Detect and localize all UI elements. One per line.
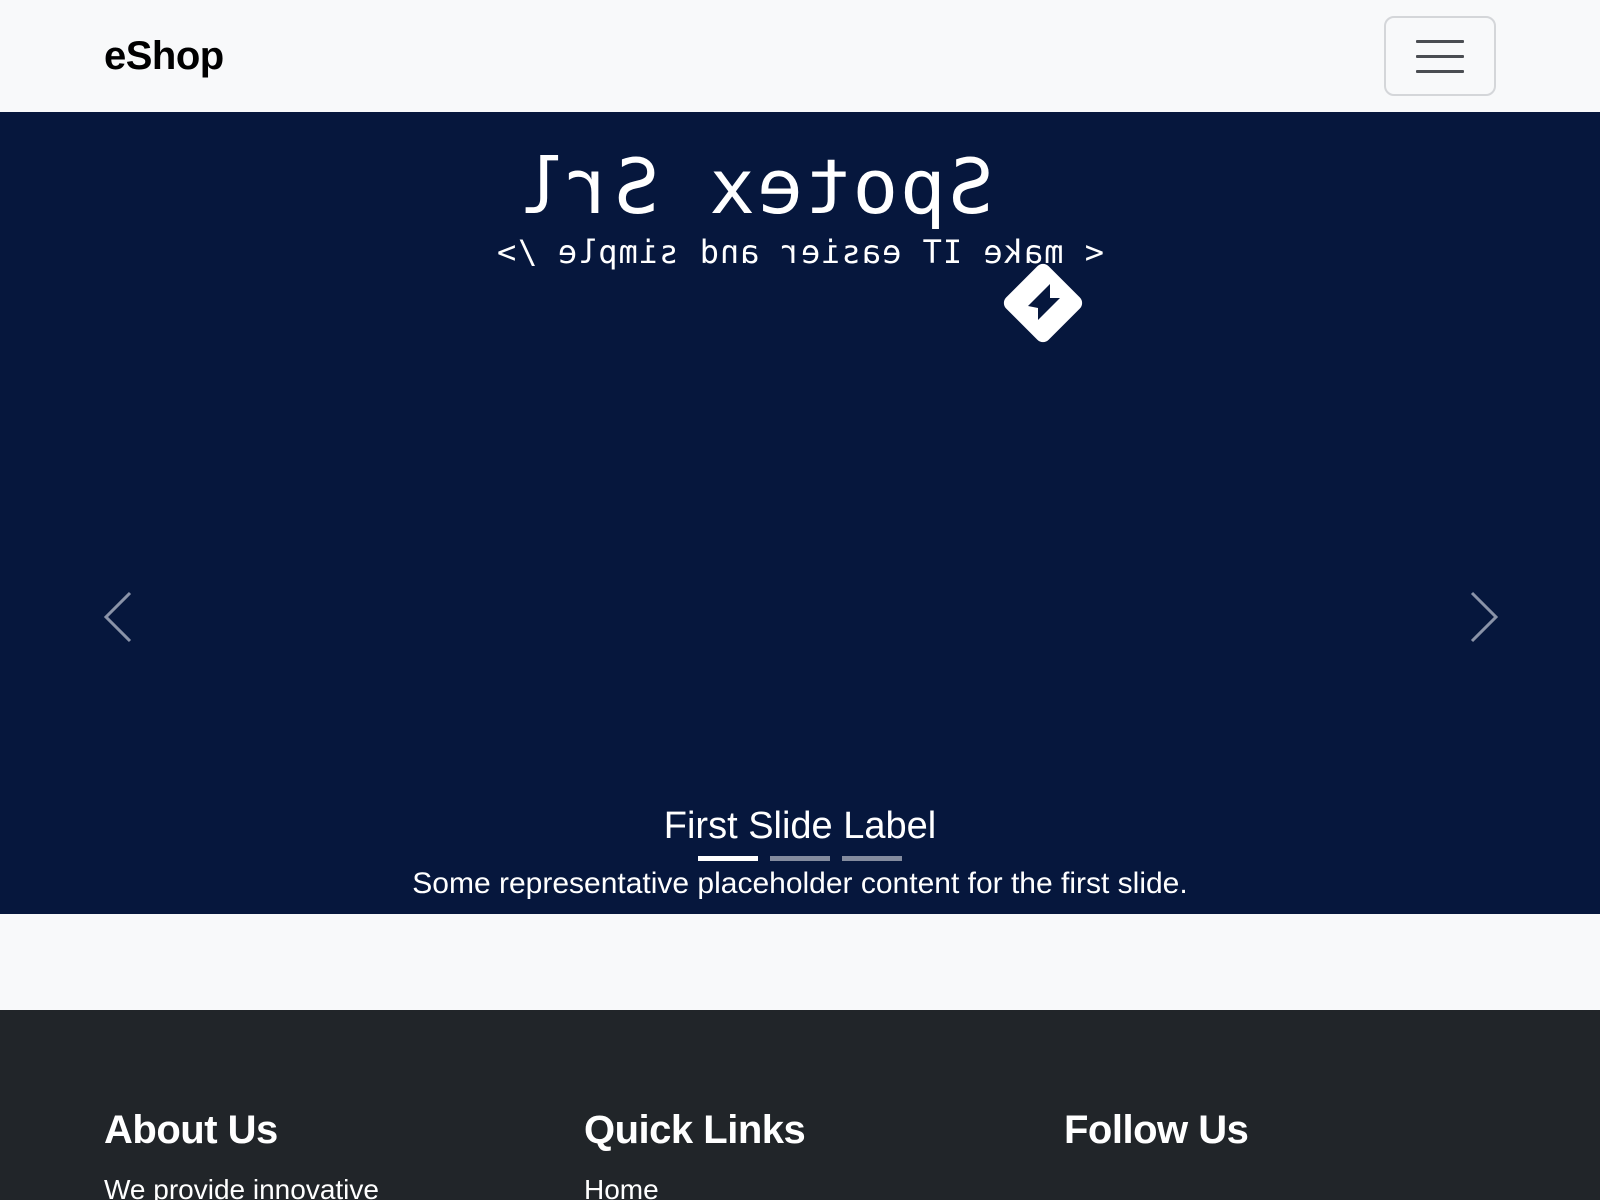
footer-about-column: About Us We provide innovative xyxy=(104,1106,379,1200)
logo-title: Spotex Srl xyxy=(516,142,994,231)
slide-description: Some representative placeholder content … xyxy=(412,867,1188,900)
slide-title: First Slide Label xyxy=(663,805,937,847)
spotex-diamond-logo-icon xyxy=(1003,263,1083,343)
carousel-indicator-2[interactable] xyxy=(770,856,830,861)
logo-tagline: < make IT easier and simple /> xyxy=(496,233,1104,271)
site-footer: About Us We provide innovative Quick Lin… xyxy=(0,1010,1600,1200)
hamburger-icon-bar xyxy=(1416,70,1464,73)
carousel-prev-button[interactable] xyxy=(100,587,140,647)
footer-about-title: About Us xyxy=(104,1108,278,1152)
hamburger-icon xyxy=(1416,40,1464,43)
footer-quick-links-column: Quick Links Home xyxy=(584,1106,806,1200)
carousel-indicator-3[interactable] xyxy=(842,856,902,861)
carousel-next-button[interactable] xyxy=(1462,587,1502,647)
footer-quick-links-title: Quick Links xyxy=(584,1108,806,1152)
chevron-right-icon xyxy=(1470,591,1499,643)
carousel-slide-image: Spotex Srl < make IT easier and simple /… xyxy=(0,112,1600,343)
carousel-caption: First Slide Label Some representative pl… xyxy=(0,802,1600,904)
carousel-indicator-1[interactable] xyxy=(698,856,758,861)
footer-about-text: We provide innovative xyxy=(104,1174,379,1200)
hamburger-icon-bar xyxy=(1416,55,1464,58)
chevron-left-icon xyxy=(103,591,132,643)
spotex-logo-text: Spotex Srl < make IT easier and simple /… xyxy=(0,142,1600,272)
footer-follow-column: Follow Us xyxy=(1064,1106,1249,1154)
footer-link-home[interactable]: Home xyxy=(584,1172,805,1200)
footer-follow-title: Follow Us xyxy=(1064,1108,1249,1152)
brand-link[interactable]: eShop xyxy=(104,34,224,79)
hero-carousel: Spotex Srl < make IT easier and simple /… xyxy=(0,112,1600,914)
navbar-toggler-button[interactable] xyxy=(1384,16,1496,96)
navbar: eShop xyxy=(0,0,1600,112)
